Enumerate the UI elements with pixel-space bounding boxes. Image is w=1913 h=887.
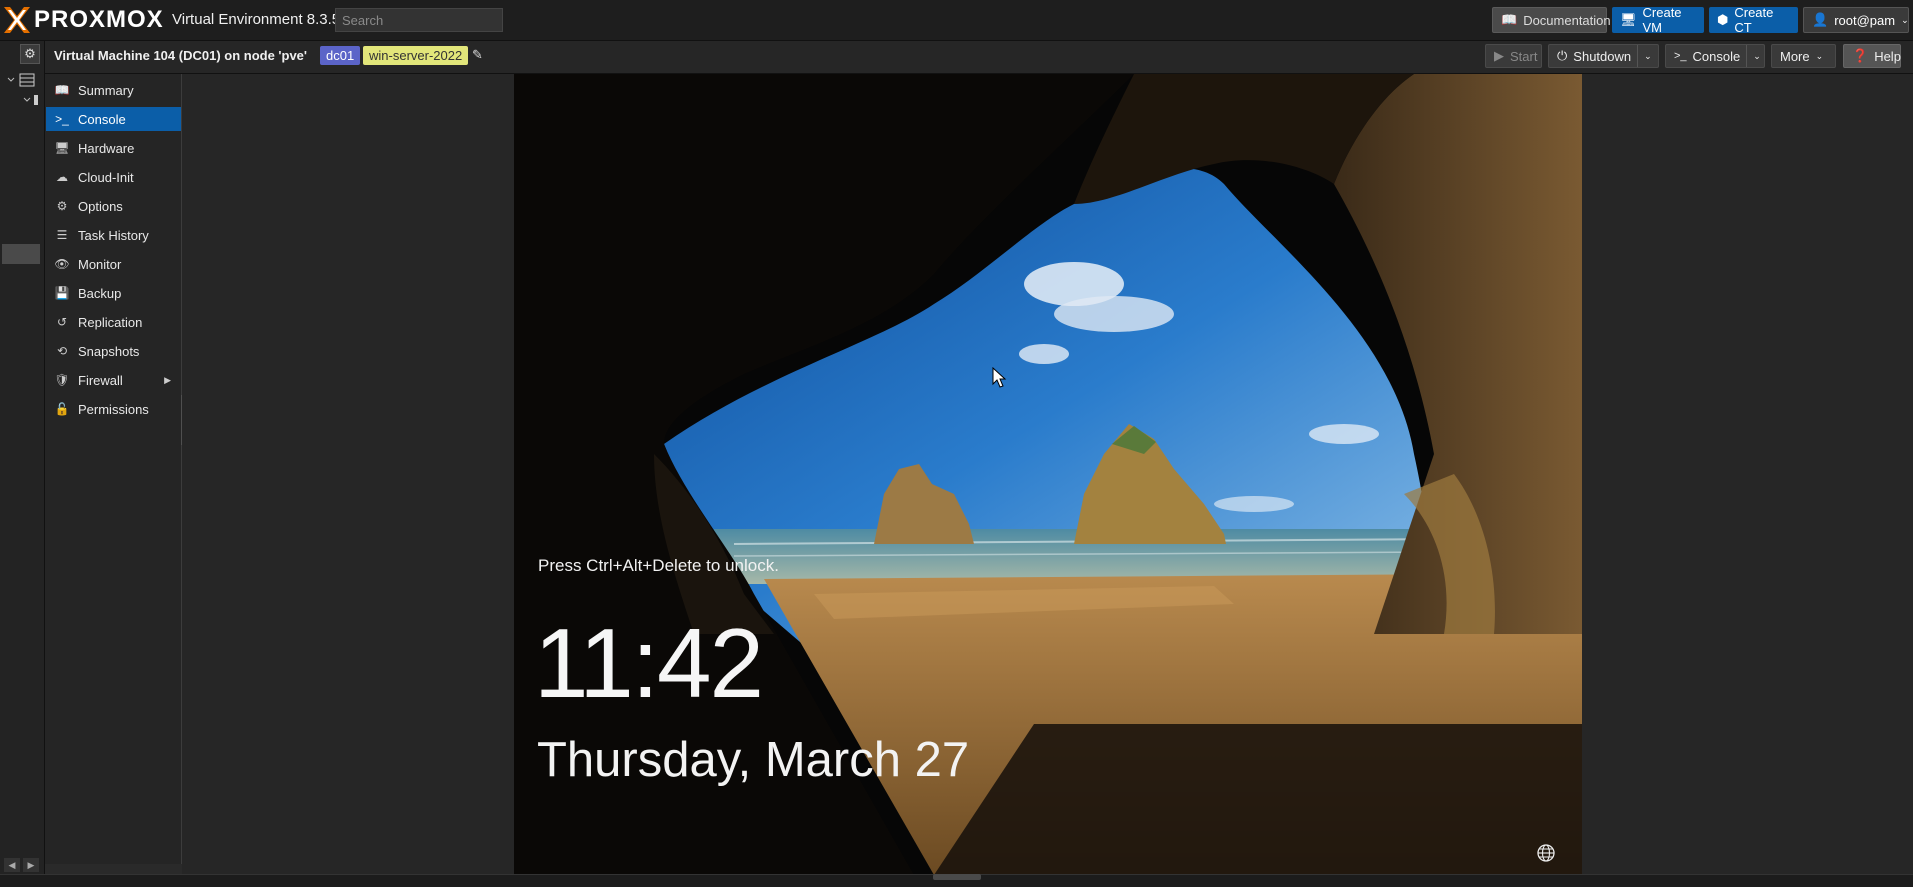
- pencil-icon[interactable]: ✎: [472, 47, 483, 63]
- nav-item-task-history[interactable]: ☰ Task History: [46, 223, 181, 247]
- tree-expander-icon[interactable]: [6, 72, 38, 112]
- unlock-icon: 🔓: [54, 402, 70, 416]
- cube-icon: ⬢: [1717, 12, 1729, 27]
- tree-selected-node[interactable]: [2, 244, 40, 264]
- resource-tree[interactable]: [0, 41, 45, 886]
- nav-item-label: Task History: [78, 227, 149, 243]
- nav-item-label: Firewall: [78, 372, 123, 388]
- console-label: Console: [1692, 48, 1741, 64]
- documentation-button[interactable]: 📖 Documentation: [1492, 7, 1611, 33]
- cloud-icon: ☁: [56, 170, 68, 184]
- nav-item-monitor[interactable]: 👁 Monitor: [46, 252, 181, 276]
- nav-item-label: Backup: [78, 285, 122, 301]
- nav-item-summary[interactable]: 📖 Summary: [46, 78, 181, 102]
- nav-item-options[interactable]: ⚙ Options: [46, 194, 181, 218]
- book-icon: 📖: [1501, 12, 1518, 27]
- log-panel-handle[interactable]: [933, 874, 981, 880]
- nav-item-console[interactable]: >_ Console: [46, 107, 181, 131]
- product-version: Virtual Environment 8.3.5: [172, 11, 341, 28]
- start-label: Start: [1510, 48, 1538, 64]
- lock-date: Thursday, March 27: [537, 733, 970, 787]
- start-button[interactable]: ▶ Start: [1485, 44, 1542, 68]
- nav-item-firewall[interactable]: 🛡 Firewall ▶: [46, 368, 181, 392]
- eye-icon: 👁: [54, 257, 70, 271]
- user-menu-button[interactable]: 👤 root@pam ⌄: [1803, 7, 1909, 33]
- search-input[interactable]: [335, 8, 503, 32]
- help-button[interactable]: ❓ Help: [1843, 44, 1901, 68]
- monitor-icon: 🖥: [54, 141, 70, 155]
- terminal-icon: >_: [1674, 50, 1687, 62]
- gear-icon[interactable]: ⚙: [20, 44, 40, 64]
- nav-item-label: Permissions: [78, 401, 149, 417]
- nav-item-label: Console: [78, 111, 126, 127]
- nav-item-snapshots[interactable]: ⟲ Snapshots: [46, 339, 181, 363]
- nav-item-label: Cloud-Init: [78, 169, 134, 185]
- book-icon: 📖: [54, 83, 70, 97]
- tag-dc01[interactable]: dc01: [320, 46, 361, 65]
- chevron-down-icon: ⌄: [1815, 50, 1824, 61]
- play-icon: ▶: [1494, 48, 1504, 63]
- nav-item-label: Monitor: [78, 256, 122, 272]
- create-ct-button[interactable]: ⬢ Create CT: [1709, 5, 1798, 35]
- nav-item-label: Hardware: [78, 140, 135, 156]
- chevron-down-icon[interactable]: ⌄: [1746, 45, 1761, 67]
- shutdown-button[interactable]: ⏻ Shutdown ⌄: [1548, 44, 1659, 68]
- chevron-down-icon: ⌄: [1901, 14, 1909, 25]
- create-ct-label: Create CT: [1734, 5, 1774, 35]
- globe-icon[interactable]: [1536, 843, 1556, 863]
- gear-icon: ⚙: [56, 199, 68, 213]
- user-label: root@pam: [1834, 12, 1896, 28]
- chevron-down-icon[interactable]: ⌄: [1637, 45, 1652, 67]
- shield-icon: 🛡: [54, 373, 70, 387]
- nav-item-cloud-init[interactable]: ☁ Cloud-Init: [46, 165, 181, 189]
- shutdown-label: Shutdown: [1573, 48, 1632, 64]
- nav-item-hardware[interactable]: 🖥 Hardware: [46, 136, 181, 160]
- history-icon: ⟲: [56, 344, 68, 358]
- create-vm-label: Create VM: [1642, 5, 1682, 35]
- vm-nav-panel: [45, 74, 182, 864]
- more-label: More: [1780, 48, 1810, 64]
- list-icon: ☰: [56, 228, 68, 242]
- proxmox-x-icon: [4, 7, 30, 33]
- console-button[interactable]: >_ Console ⌄: [1665, 44, 1765, 68]
- scroll-right-icon[interactable]: ▶: [23, 858, 39, 872]
- create-vm-button[interactable]: 🖥 Create VM: [1612, 5, 1704, 35]
- user-icon: 👤: [1812, 12, 1829, 27]
- scroll-left-icon[interactable]: ◀: [4, 858, 20, 872]
- floppy-icon: 💾: [54, 286, 70, 300]
- nav-item-permissions[interactable]: 🔓 Permissions: [46, 397, 181, 421]
- retweet-icon: ↺: [56, 315, 68, 329]
- brand-name: PROXMOX: [34, 6, 164, 33]
- nav-item-backup[interactable]: 💾 Backup: [46, 281, 181, 305]
- mouse-cursor-icon: [992, 367, 1007, 388]
- terminal-icon: >_: [55, 112, 69, 126]
- nav-item-replication[interactable]: ↺ Replication: [46, 310, 181, 334]
- unlock-hint: Press Ctrl+Alt+Delete to unlock.: [538, 556, 779, 575]
- question-circle-icon: ❓: [1852, 48, 1869, 63]
- lock-clock: 11:42: [534, 608, 764, 718]
- documentation-label: Documentation: [1523, 12, 1611, 28]
- nav-item-label: Options: [78, 198, 123, 214]
- vm-title: Virtual Machine 104 (DC01) on node 'pve': [54, 48, 308, 63]
- more-button[interactable]: More ⌄: [1771, 44, 1836, 68]
- desktop-icon: 🖥: [1620, 12, 1637, 27]
- tag-os[interactable]: win-server-2022: [363, 46, 469, 65]
- power-icon: ⏻: [1557, 48, 1568, 63]
- chevron-right-icon[interactable]: ▶: [164, 375, 171, 386]
- proxmox-logo[interactable]: PROXMOX: [2, 5, 164, 35]
- nav-item-label: Snapshots: [78, 343, 140, 359]
- nav-item-label: Replication: [78, 314, 143, 330]
- nav-item-label: Summary: [78, 82, 134, 98]
- help-label: Help: [1874, 48, 1901, 64]
